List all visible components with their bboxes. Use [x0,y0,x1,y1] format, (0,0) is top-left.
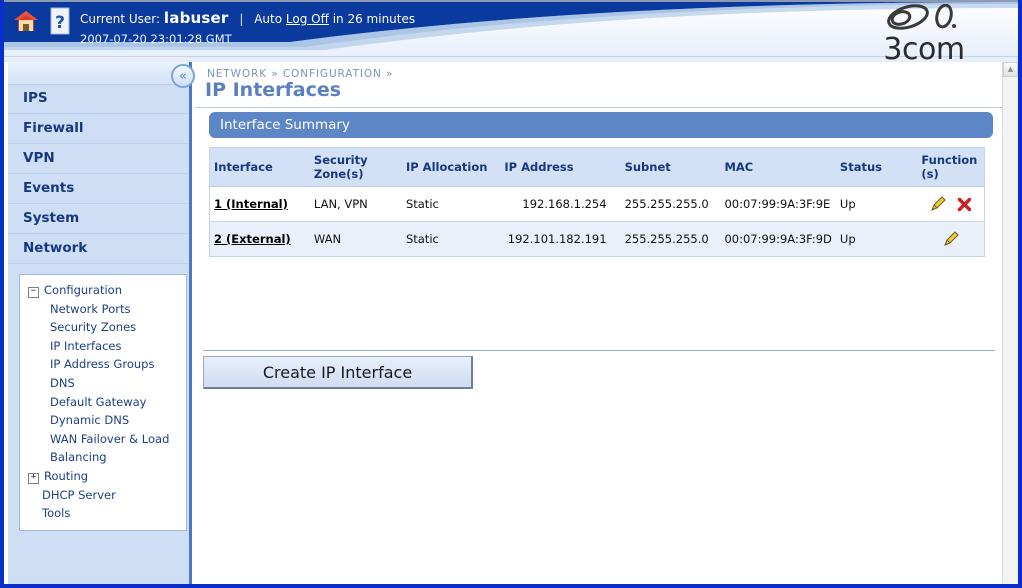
sidebar-item-events[interactable]: Events [8,174,189,204]
table-header: Interface Security Zone(s) IP Allocation… [209,147,985,187]
edit-pencil-icon[interactable] [942,230,959,248]
tree-item-ip-interfaces[interactable]: IP Interfaces [20,337,186,356]
table-body: 1 (Internal) LAN, VPN Static 192.168.1.2… [209,186,985,257]
col-ip-allocation: IP Allocation [401,147,501,187]
tree-item-security-zones[interactable]: Security Zones [20,318,186,337]
brand-logo: 3com [860,3,988,63]
title-divider [195,107,1007,108]
create-ip-interface-button[interactable]: Create IP Interface [203,356,473,389]
page-title: IP Interfaces [205,79,342,101]
tree-item-ip-address-groups[interactable]: IP Address Groups [20,355,186,374]
tree-item-routing-label: Routing [44,468,89,483]
table-row: 2 (External) WAN Static 192.101.182.191 … [209,221,985,257]
col-mac: MAC [720,147,836,187]
content-area: NETWORK » CONFIGURATION » IP Interfaces … [195,62,1007,584]
sidebar-item-ips[interactable]: IPS [8,84,189,114]
vertical-scrollbar[interactable]: ▲ [1002,62,1018,584]
sidebar-item-vpn[interactable]: VPN [8,144,189,174]
tree-item-wan-failover-load-balancing[interactable]: WAN Failover & Load [20,430,186,449]
button-divider [203,350,995,351]
cell-security-zones: LAN, VPN [309,186,402,222]
network-config-tree: − Configuration Network Ports Security Zo… [19,274,187,531]
cell-functions [917,186,985,222]
svg-text:?: ? [55,13,65,33]
cell-security-zones: WAN [309,221,402,257]
edit-pencil-icon[interactable] [929,195,946,213]
header-timestamp: 2007-07-20 23:01:28 GMT [80,31,232,46]
brand-wordmark: 3com [883,32,965,63]
current-username: labuser [163,9,229,27]
interface-link-internal[interactable]: 1 (Internal) [214,197,288,211]
col-interface: Interface [209,147,310,187]
sidebar-auth-group: Authentication [8,580,189,584]
header-icon-group: ? [12,6,74,38]
cell-interface: 2 (External) [209,221,310,257]
sidebar-item-system[interactable]: System [8,204,189,234]
3com-swirl-icon [887,3,956,30]
tree-item-default-gateway[interactable]: Default Gateway [20,393,186,412]
interface-summary-table: Interface Security Zone(s) IP Allocation… [209,147,985,257]
sidebar-item-firewall[interactable]: Firewall [8,114,189,144]
header-separator: | [239,12,244,26]
app-header: ? Current User: labuser | Auto Log Off i… [4,0,1022,62]
log-off-link[interactable]: Log Off [286,12,329,26]
tree-item-configuration-label: Configuration [44,283,122,297]
header-user-info: Current User: labuser | Auto Log Off in … [80,8,415,47]
tree-item-dhcp-server[interactable]: DHCP Server [20,486,186,505]
sidebar: IPS Firewall VPN Events System Network −… [8,62,192,584]
cell-functions [917,221,985,257]
auto-label: Auto [254,12,283,26]
tree-item-tools[interactable]: Tools [20,504,186,523]
interface-link-external[interactable]: 2 (External) [214,232,291,246]
cell-ip-allocation: Static [401,186,501,222]
tree-item-dns[interactable]: DNS [20,374,186,393]
col-functions: Function (s) [917,147,985,187]
window-right-border [1018,0,1022,584]
scroll-up-arrow-icon[interactable]: ▲ [1003,62,1018,77]
col-status: Status [835,147,918,187]
col-subnet: Subnet [610,147,721,187]
col-security-zones: Security Zone(s) [309,147,402,187]
cell-interface: 1 (Internal) [209,186,310,222]
sidebar-item-network[interactable]: Network [8,234,189,264]
delete-x-icon[interactable] [956,196,973,213]
cell-mac: 00:07:99:9A:3F:9D [720,221,836,257]
tree-item-network-ports[interactable]: Network Ports [20,300,186,319]
collapse-expander-icon[interactable]: − [28,287,39,298]
table-header-row: Interface Security Zone(s) IP Allocation… [209,147,985,187]
header-user-line: Current User: labuser | Auto Log Off in … [80,8,415,30]
expand-expander-icon[interactable]: + [28,472,39,484]
sidebar-item-authentication[interactable]: Authentication [8,580,189,584]
cell-status: Up [835,186,918,222]
current-user-label: Current User: [80,12,161,26]
sidebar-nav-list: IPS Firewall VPN Events System Network [8,84,189,264]
cell-subnet: 255.255.255.0 [610,221,721,257]
home-icon[interactable] [12,6,40,38]
sidebar-top-decoration [8,62,189,85]
cell-subnet: 255.255.255.0 [610,186,721,222]
logoff-countdown: in 26 minutes [332,12,416,26]
cell-ip-address: 192.101.182.191 [500,221,611,257]
tree-item-routing[interactable]: + Routing [20,467,186,486]
table-row: 1 (Internal) LAN, VPN Static 192.168.1.2… [209,186,985,222]
sidebar-collapse-button[interactable]: « [171,64,195,88]
cell-ip-allocation: Static [401,221,501,257]
help-question-icon[interactable]: ? [46,6,74,38]
col-ip-address: IP Address [500,147,611,187]
cell-ip-address: 192.168.1.254 [500,186,611,222]
interface-summary-panel-title: Interface Summary [209,112,993,138]
tree-item-wan-failover-load-balancing-wrap[interactable]: Balancing [20,448,186,467]
cell-mac: 00:07:99:9A:3F:9E [720,186,836,222]
cell-status: Up [835,221,918,257]
application-window: ? Current User: labuser | Auto Log Off i… [0,0,1022,588]
tree-item-dynamic-dns[interactable]: Dynamic DNS [20,411,186,430]
tree-item-configuration[interactable]: − Configuration [20,281,186,300]
